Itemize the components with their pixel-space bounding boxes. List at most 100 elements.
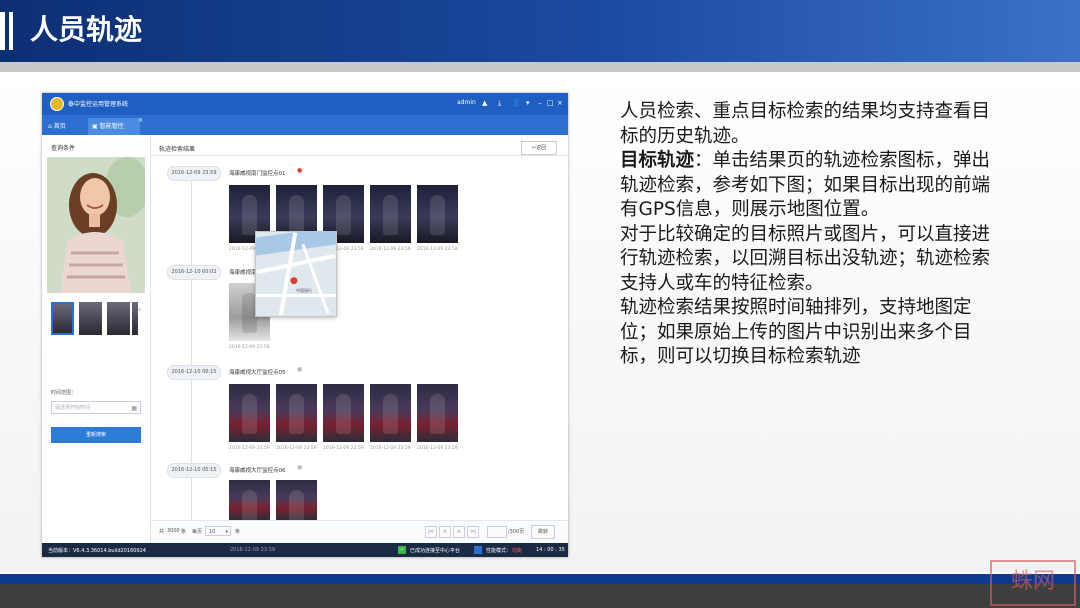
- check-icon: ✓: [398, 546, 406, 554]
- camera-name: 海康威视南门监控点01: [229, 171, 286, 177]
- description-paragraph: 轨迹检索结果按照时间轴排列，支持地图定位；如果原始上传的图片中识别出来多个目标，…: [620, 297, 972, 367]
- timeline-axis: [191, 167, 192, 537]
- time-range-input[interactable]: 请选择开始时间 ▦: [51, 401, 141, 414]
- trajectory-photo[interactable]: [370, 185, 411, 243]
- app-titlebar: 泰中监控运用管理系统 admin ▲ ⤓ 👤 ▾ – □ ×: [42, 93, 568, 115]
- go-button[interactable]: 跳转: [531, 525, 555, 539]
- monitor-icon: ▣: [92, 123, 100, 130]
- header-bar-accent: [9, 12, 13, 50]
- pager-total-suffix: 条: [181, 529, 187, 535]
- slide-description: 人员检索、重点目标检索的结果均支持查看目标的历史轨迹。 目标轨迹：单击结果页的轨…: [620, 100, 1000, 370]
- photo-timestamp: 2016-12-09 23:59: [323, 446, 364, 451]
- description-paragraph: 人员检索、重点目标检索的结果均支持查看目标的历史轨迹。: [620, 101, 991, 147]
- back-button[interactable]: ↩返回: [521, 141, 557, 155]
- pagination-bar: 共 3000 条 每页 10 ▾ 条 |< < > >| /300页 跳转: [151, 520, 568, 543]
- app-window: 泰中监控运用管理系统 admin ▲ ⤓ 👤 ▾ – □ × ⌂ 首页 ▣ 智能…: [42, 93, 568, 557]
- query-thumbnail[interactable]: [79, 302, 102, 335]
- performance-mode-value[interactable]: 均衡: [512, 547, 522, 554]
- slide-title: 人员轨迹: [30, 13, 143, 46]
- watermark-stamp: 蛛网: [990, 560, 1076, 606]
- results-divider: [151, 155, 568, 156]
- per-page-value: 10: [209, 529, 216, 535]
- photo-timestamp: 2016-12-09 23:59: [229, 345, 270, 350]
- camera-name: 海康威视大厅监控点06: [229, 468, 286, 474]
- query-person-photo: [47, 157, 145, 293]
- header-bar-accent: [0, 12, 5, 50]
- version-text: 当前版本：V6.4.3.36014.build20160924: [48, 548, 146, 554]
- description-paragraph: 目标轨迹：单击结果页的轨迹检索图标，弹出轨迹检索，参考如下图；如果目标出现的前端…: [620, 149, 1000, 223]
- chevron-right-icon[interactable]: ›: [138, 305, 141, 314]
- chevron-down-icon: ▾: [225, 529, 228, 535]
- timeline-time: 2016-12-10 00:15: [167, 365, 221, 380]
- pager-total-prefix: 共: [159, 529, 165, 535]
- query-thumbnail[interactable]: [107, 302, 130, 335]
- calendar-icon[interactable]: ▦: [131, 402, 137, 415]
- photo-timestamp: 2016-12-09 23:59: [370, 446, 411, 451]
- query-thumbnail[interactable]: [51, 302, 74, 335]
- status-clock: 14 : 00 : 35: [536, 547, 565, 553]
- photo-timestamp: 2016-12-09 23:59: [370, 247, 411, 252]
- status-time: 2016-12-09 23:59: [230, 547, 276, 553]
- trajectory-photo[interactable]: [276, 480, 317, 520]
- photo-timestamp: 2016-12-09 23:59: [229, 446, 270, 451]
- timeline-time: 2016-12-10 00:02: [167, 265, 221, 280]
- description-paragraph: 对于比较确定的目标照片或图片，可以直接进行轨迹检索，以回溯目标出没轨迹；轨迹检索…: [620, 223, 991, 294]
- user-icon[interactable]: 👤: [512, 98, 521, 108]
- page-number-input[interactable]: [487, 526, 507, 538]
- tab-smart-control[interactable]: ▣ 智能管控: [88, 118, 140, 135]
- query-panel: 查询条件 › 时间范围： 请选择开始时间 ▦ 重新搜索: [42, 135, 151, 543]
- next-page-button[interactable]: >: [453, 526, 465, 538]
- map-location-popup[interactable]: ● 中国银行: [255, 231, 337, 317]
- trajectory-photo[interactable]: [417, 185, 458, 243]
- slide-header: 人员轨迹: [0, 0, 1080, 62]
- connection-status: 已成功连接至中心平台: [410, 548, 461, 554]
- trajectory-photo[interactable]: [276, 384, 317, 442]
- camera-name: 海康威视大厅监控点05: [229, 370, 286, 376]
- alert-icon[interactable]: ▲: [482, 98, 487, 108]
- map-road: [256, 294, 336, 297]
- pager-per-page-suffix: 条: [235, 529, 241, 535]
- map-place-label: 中国银行: [296, 288, 312, 293]
- description-keyword: 目标轨迹: [620, 150, 695, 171]
- close-icon[interactable]: ×: [557, 98, 563, 108]
- tab-home[interactable]: ⌂ 首页: [48, 118, 82, 135]
- minimize-icon[interactable]: –: [538, 98, 542, 108]
- app-tab-bar: ⌂ 首页 ▣ 智能管控 ×: [42, 115, 568, 135]
- trajectory-photo[interactable]: [229, 384, 270, 442]
- maximize-icon[interactable]: □: [547, 98, 554, 108]
- performance-icon: [474, 546, 482, 554]
- per-page-select[interactable]: 10 ▾: [205, 526, 231, 536]
- trajectory-photo[interactable]: [417, 384, 458, 442]
- trajectory-photo[interactable]: [370, 384, 411, 442]
- back-button-label: 返回: [536, 145, 547, 151]
- map-road: [301, 243, 330, 315]
- prev-page-button[interactable]: <: [439, 526, 451, 538]
- time-range-label: 时间范围：: [51, 390, 77, 396]
- tab-close-icon[interactable]: ×: [138, 117, 143, 124]
- timeline-time: 2016-12-10 00:15: [167, 463, 221, 478]
- photo-timestamp: 2016-12-09 23:59: [417, 247, 458, 252]
- user-name[interactable]: admin: [457, 99, 476, 106]
- header-divider: [0, 62, 1080, 72]
- map-pin-icon[interactable]: ●: [297, 167, 302, 174]
- time-range-placeholder: 请选择开始时间: [55, 405, 91, 411]
- pager-total: 3000: [167, 528, 180, 534]
- last-page-button[interactable]: >|: [467, 526, 479, 538]
- status-bar: 当前版本：V6.4.3.36014.build20160924 2016-12-…: [42, 543, 568, 557]
- trajectory-photo[interactable]: [229, 480, 270, 520]
- tab-home-label: 首页: [53, 123, 66, 130]
- download-icon[interactable]: ⤓: [498, 98, 501, 108]
- first-page-button[interactable]: |<: [425, 526, 437, 538]
- map-pin-icon[interactable]: ●: [297, 366, 302, 373]
- map-marker-icon[interactable]: ●: [290, 276, 298, 286]
- filter-icon[interactable]: ▾: [526, 98, 530, 108]
- map-pin-icon[interactable]: ●: [297, 464, 302, 471]
- query-panel-title: 查询条件: [51, 145, 76, 152]
- photo-timestamp: 2016-12-09 23:59: [276, 446, 317, 451]
- results-title: 轨迹检索结果: [159, 146, 196, 153]
- research-button[interactable]: 重新搜索: [51, 427, 141, 443]
- pager-pages-suffix: /300页: [508, 529, 525, 535]
- trajectory-photo[interactable]: [323, 384, 364, 442]
- footer-blue-bar: [0, 574, 1080, 584]
- map-road: [256, 253, 336, 275]
